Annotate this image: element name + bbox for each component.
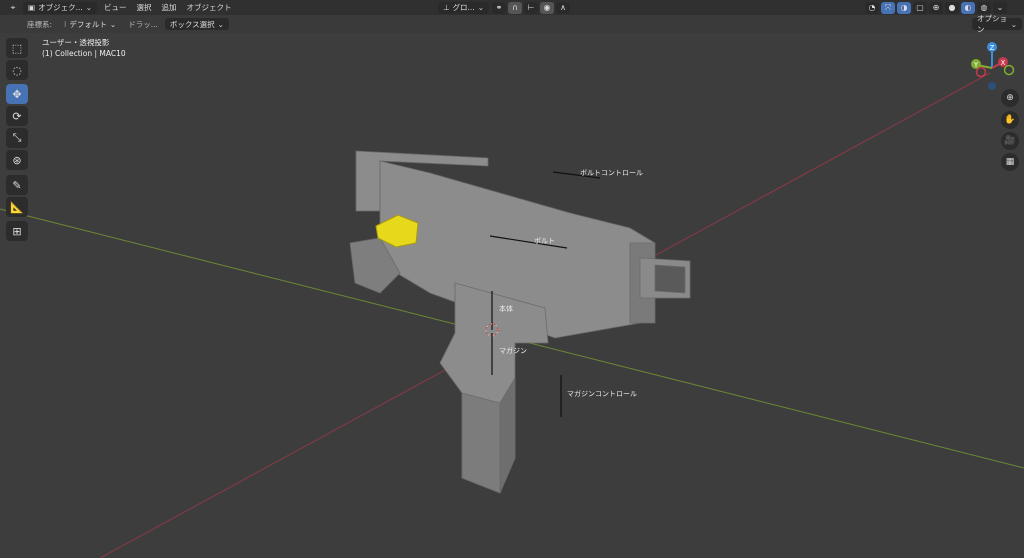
annotate-tool[interactable]: ✎ [6,175,28,195]
mode-select[interactable]: ▣ オブジェク... ⌄ [23,1,98,14]
rotate-tool[interactable]: ⟳ [6,106,28,126]
label-magazine-control: マガジンコントロール [567,390,637,398]
camera-icon[interactable]: 🎥 [1001,132,1019,150]
measure-tool[interactable]: 📐 [6,197,28,217]
coord-select[interactable]: ⁝ デフォルト ⌄ [59,18,121,30]
xray-icon[interactable]: ▢ [913,1,927,14]
label-magazine: マガジン [499,347,527,355]
menu-object[interactable]: オブジェクト [182,2,237,13]
snap-icon[interactable]: ∩ [508,1,522,14]
solid-shading-icon[interactable]: ● [945,1,959,14]
transform-tool[interactable]: ⊛ [6,150,28,170]
falloff-icon[interactable]: ∧ [556,1,570,14]
options-button[interactable]: オプション ⌄ [972,14,1022,34]
select-mode-label: ボックス選択 [169,19,215,29]
menu-view[interactable]: ビュー [99,2,132,13]
view-name: ユーザー・透視投影 [42,38,110,47]
orientation-icon: ⊥ [443,3,450,12]
label-body: 本体 [499,305,513,313]
label-bolt: ボルト [534,237,555,245]
svg-text:Z: Z [990,44,995,52]
coord-icon: ⁝ [64,19,67,29]
pivot-icon[interactable]: ⚭ [492,1,506,14]
wireframe-shading-icon[interactable]: ⊕ [929,1,943,14]
orientation-label: グロ... [452,3,475,12]
label-bolt-control: ボルトコントロール [580,169,643,177]
shading-dropdown-icon[interactable]: ⌄ [993,1,1007,14]
select-box-tool[interactable]: ⬚ [6,38,28,58]
tool-settings-bar: 座標系: ⁝ デフォルト ⌄ ドラッ... ボックス選択 ⌄ オプション ⌄ [0,14,1024,34]
select-mode[interactable]: ボックス選択 ⌄ [164,18,229,30]
perspective-grid-icon[interactable]: ▦ [1001,153,1019,171]
material-shading-icon[interactable]: ◐ [961,1,975,14]
proportional-edit-icon[interactable]: ◉ [540,1,554,14]
menu-add[interactable]: 追加 [157,2,182,13]
navigation-gizmo[interactable]: Z X Y [965,38,1024,98]
options-label: オプション [977,14,1007,34]
coord-value: デフォルト [69,19,107,29]
mode-label: オブジェク... [38,3,83,12]
cursor-tool[interactable]: ◌ [6,60,28,80]
transform-orientation[interactable]: ⊥ グロ... ⌄ [438,1,489,14]
visibility-icon[interactable]: ◔ [865,1,879,14]
drag-label: ドラッ... [128,19,158,29]
overlay-toggle-icon[interactable]: ◑ [897,1,911,14]
add-cube-tool[interactable]: ⊞ [6,221,28,241]
menu-select[interactable]: 選択 [132,2,157,13]
coord-label: 座標系: [27,19,53,29]
object-mode-icon: ▣ [28,3,36,12]
gizmo-toggle-icon[interactable]: ⤧ [881,1,895,14]
rendered-shading-icon[interactable]: ◍ [977,1,991,14]
pan-hand-icon[interactable]: ✋ [1001,111,1019,129]
collection-info: (1) Collection | MAC10 [42,49,126,58]
zoom-icon[interactable]: ⊕ [1001,89,1019,107]
editor-type-icon[interactable]: ⌖ [6,2,20,14]
header-bar: ⌖ ▣ オブジェク... ⌄ ビュー 選択 追加 オブジェクト ⊥ グロ... ⌄ ⚭ … [0,0,1024,15]
scale-tool[interactable]: ⤡ [6,128,28,148]
mac10-model [349,150,691,494]
svg-text:X: X [1001,59,1006,67]
snap-target-icon[interactable]: ⊢ [524,1,538,14]
scene [0,72,1024,558]
move-tool[interactable]: ✥ [6,84,28,104]
3d-viewport[interactable]: ボルトコントロール ボルト 本体 マガジン マガジンコントロール ユーザー・透視… [0,33,1024,558]
